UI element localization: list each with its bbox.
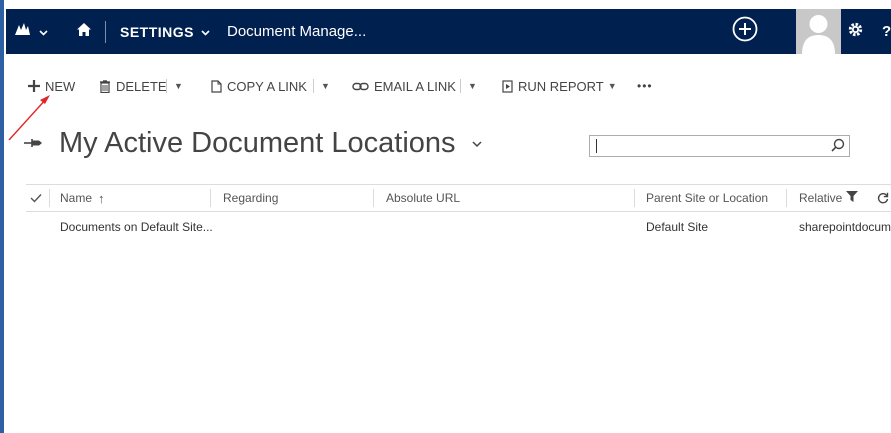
gear-icon: [847, 21, 864, 43]
command-divider: [460, 79, 461, 93]
create-record-button[interactable]: [732, 9, 758, 54]
new-button-label: NEW: [45, 78, 76, 94]
column-divider: [373, 189, 374, 207]
search-box[interactable]: [589, 135, 850, 157]
column-header-relative-label: Relative: [799, 191, 843, 205]
home-button[interactable]: [76, 9, 92, 54]
filter-icon[interactable]: [846, 191, 859, 205]
cell-name[interactable]: Documents on Default Site...: [60, 220, 213, 234]
column-header-name-label: Name: [60, 191, 93, 205]
copy-link-button[interactable]: COPY A LINK: [211, 70, 307, 102]
sort-ascending-icon: ↑: [98, 190, 105, 206]
ellipsis-icon: •••: [637, 79, 653, 93]
command-divider: [313, 79, 314, 93]
refresh-grid-button[interactable]: [877, 185, 889, 211]
column-divider: [210, 189, 211, 207]
chevron-down-icon: [201, 23, 210, 41]
delete-button-label: DELETE: [116, 78, 167, 94]
text-cursor: [596, 139, 597, 153]
caret-down-icon: ▼: [321, 81, 330, 91]
chevron-down-icon: [39, 23, 48, 41]
nav-divider: [105, 21, 106, 43]
annotation-arrow: [8, 95, 50, 141]
select-all-checkbox[interactable]: [30, 185, 42, 211]
caret-down-icon: ▼: [174, 81, 183, 91]
column-divider: [634, 189, 635, 207]
window-top-strip: [0, 0, 891, 9]
question-mark-icon: ?: [882, 23, 891, 40]
dynamics-logo-menu[interactable]: [14, 9, 48, 54]
refresh-icon: [877, 192, 889, 204]
more-commands-button[interactable]: •••: [637, 70, 653, 102]
copy-link-label: COPY A LINK: [227, 78, 307, 94]
caret-down-icon: ▼: [468, 81, 477, 91]
top-navigation-bar: SETTINGS Document Manage... ?: [6, 9, 891, 54]
breadcrumb-document-management[interactable]: Document Manage...: [227, 9, 366, 54]
column-header-name[interactable]: Name ↑: [60, 185, 105, 211]
column-header-absolute-url[interactable]: Absolute URL: [386, 185, 460, 211]
command-bar: NEW DELETE ▼ COPY A LINK ▼ EMAIL A LINK …: [6, 70, 891, 102]
chevron-down-icon: [472, 135, 482, 152]
settings-label: SETTINGS: [120, 23, 195, 40]
settings-gear-button[interactable]: [847, 9, 864, 54]
user-avatar[interactable]: [796, 9, 841, 54]
delete-button[interactable]: DELETE: [99, 70, 167, 102]
trash-icon: [99, 79, 111, 93]
pin-icon: [24, 139, 42, 147]
document-icon: [211, 79, 222, 93]
column-header-parent-site[interactable]: Parent Site or Location: [646, 185, 768, 211]
grid-header-border: [26, 211, 891, 212]
view-selector[interactable]: My Active Document Locations: [59, 127, 482, 160]
column-divider: [786, 189, 787, 207]
pin-view-button[interactable]: [24, 136, 44, 154]
copy-link-dropdown[interactable]: ▼: [321, 70, 330, 102]
plus-icon: [28, 80, 40, 92]
checkmark-icon: [30, 194, 42, 203]
home-icon: [76, 22, 92, 42]
cell-relative: sharepointdocum: [799, 220, 891, 234]
search-icon[interactable]: [831, 138, 845, 157]
email-link-dropdown[interactable]: ▼: [468, 70, 477, 102]
window-left-border: [0, 0, 4, 433]
dynamics-logo-icon: [14, 22, 34, 41]
caret-down-icon: ▼: [607, 81, 617, 91]
column-divider: [49, 189, 50, 207]
command-divider: [166, 79, 167, 93]
run-report-button[interactable]: RUN REPORT ▼: [502, 70, 617, 102]
report-icon: [502, 79, 513, 93]
help-button[interactable]: ?: [882, 9, 891, 54]
settings-menu[interactable]: SETTINGS: [120, 9, 210, 54]
column-header-regarding[interactable]: Regarding: [223, 185, 278, 211]
user-silhouette-icon: [802, 15, 835, 54]
cell-parent-site[interactable]: Default Site: [646, 220, 708, 234]
email-link-label: EMAIL A LINK: [374, 78, 456, 94]
delete-dropdown[interactable]: ▼: [174, 70, 183, 102]
plus-circle-icon: [732, 16, 758, 47]
email-link-button[interactable]: EMAIL A LINK: [352, 70, 456, 102]
run-report-label: RUN REPORT: [518, 78, 604, 94]
view-title: My Active Document Locations: [59, 127, 456, 159]
column-header-relative[interactable]: Relative: [799, 185, 859, 211]
link-icon: [352, 82, 369, 91]
new-button[interactable]: NEW: [28, 70, 75, 102]
search-input[interactable]: [590, 136, 826, 156]
